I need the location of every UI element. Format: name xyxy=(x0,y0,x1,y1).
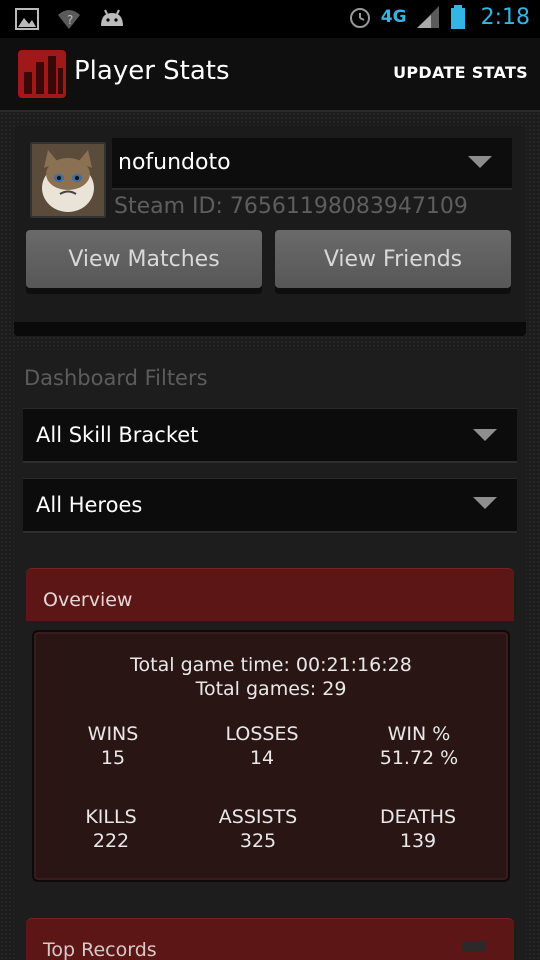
stat-label: LOSSES xyxy=(225,723,299,745)
stat-label: ASSISTS xyxy=(218,806,298,828)
steam-id-label: Steam ID: 76561198083947109 xyxy=(114,194,468,219)
stat-label: WINS xyxy=(87,723,139,745)
overview-title: Overview xyxy=(43,589,133,611)
update-stats-button[interactable]: UPDATE STATS xyxy=(393,63,528,82)
action-bar: Player Stats UPDATE STATS xyxy=(0,38,540,112)
stat-label: DEATHS xyxy=(379,806,457,828)
app-logo-icon[interactable] xyxy=(18,50,66,98)
battery-icon xyxy=(449,4,467,30)
stat-kills: KILLS 222 xyxy=(36,805,186,853)
card-divider xyxy=(14,322,526,336)
network-type-icon: 4G xyxy=(380,7,407,27)
wifi-question-icon: ? xyxy=(56,6,82,32)
stat-win-percent: WIN % 51.72 % xyxy=(344,722,494,770)
filters-title: Dashboard Filters xyxy=(24,366,208,390)
stat-value: 325 xyxy=(239,830,277,852)
skill-bracket-value: All Skill Bracket xyxy=(36,423,199,447)
status-clock: 2:18 xyxy=(480,4,530,30)
total-game-time: Total game time: 00:21:16:28 xyxy=(130,654,412,676)
stat-label: WIN % xyxy=(387,723,451,745)
chevron-down-icon xyxy=(473,429,497,441)
stat-wins: WINS 15 xyxy=(38,722,188,770)
stat-value: 222 xyxy=(92,830,130,852)
svg-text:?: ? xyxy=(67,13,73,27)
player-card: nofundoto Steam ID: 76561198083947109 Vi… xyxy=(14,126,526,336)
stat-assists: ASSISTS 325 xyxy=(183,805,333,853)
top-records-title: Top Records xyxy=(43,939,157,960)
signal-icon xyxy=(415,4,441,30)
heroes-value: All Heroes xyxy=(36,493,143,517)
alarm-icon xyxy=(347,4,373,30)
collapse-toggle-icon[interactable] xyxy=(462,941,486,951)
heroes-dropdown[interactable]: All Heroes xyxy=(23,478,517,533)
chevron-down-icon xyxy=(473,497,497,509)
stat-deaths: DEATHS 139 xyxy=(343,805,493,853)
top-records-section-header[interactable]: Top Records xyxy=(26,918,514,960)
stat-losses: LOSSES 14 xyxy=(187,722,337,770)
page-title: Player Stats xyxy=(74,56,230,86)
view-friends-button[interactable]: View Friends xyxy=(275,230,511,288)
stat-value: 15 xyxy=(100,747,126,769)
overview-stats-box: Total game time: 00:21:16:28 Total games… xyxy=(32,630,510,882)
stat-label: KILLS xyxy=(85,806,137,828)
android-debug-icon xyxy=(98,6,124,32)
avatar xyxy=(30,142,106,218)
chevron-down-icon xyxy=(468,156,492,168)
gallery-notification-icon xyxy=(14,6,40,32)
dashboard-filters-panel: Dashboard Filters All Skill Bracket All … xyxy=(14,350,526,960)
stat-value: 14 xyxy=(249,747,275,769)
total-games: Total games: 29 xyxy=(195,678,347,700)
overview-section-header[interactable]: Overview xyxy=(26,568,514,621)
player-name: nofundoto xyxy=(118,150,231,175)
status-bar: ? 4G 2:18 xyxy=(0,0,540,38)
stat-value: 139 xyxy=(399,830,437,852)
view-matches-button[interactable]: View Matches xyxy=(26,230,262,288)
stat-value: 51.72 % xyxy=(379,747,459,769)
skill-bracket-dropdown[interactable]: All Skill Bracket xyxy=(23,408,517,463)
player-select-dropdown[interactable]: nofundoto xyxy=(112,138,512,190)
